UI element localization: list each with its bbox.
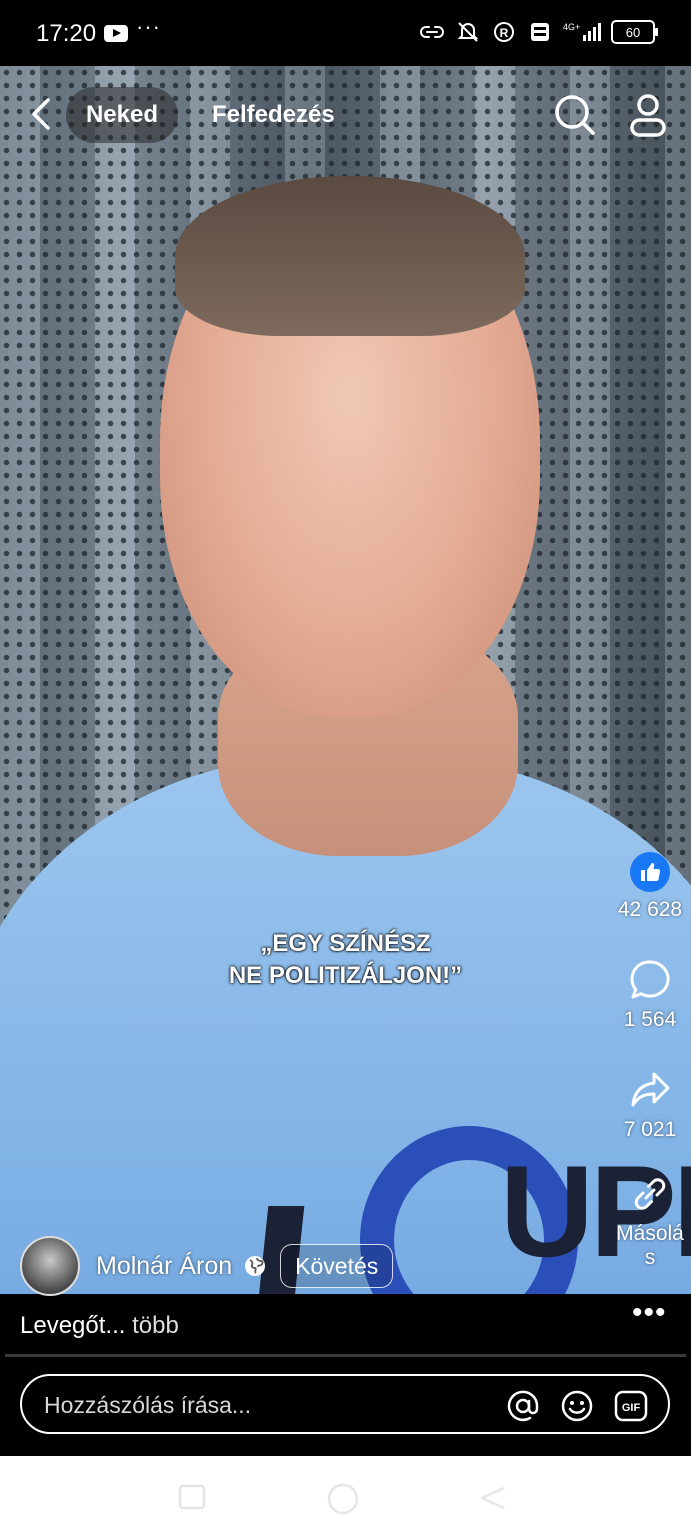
avatar[interactable]: [20, 1236, 80, 1296]
tab-felfedezes[interactable]: Felfedezés: [212, 101, 335, 129]
mention-icon[interactable]: [506, 1389, 540, 1423]
link-icon[interactable]: [628, 1172, 672, 1216]
status-time: 17:20: [36, 20, 97, 47]
youtube-notification-icon: [104, 25, 128, 42]
more-options-icon[interactable]: •••: [632, 1296, 667, 1330]
volte-icon: [527, 21, 553, 43]
mute-bell-icon: [455, 21, 481, 43]
video-player[interactable]: UPE: [0, 66, 691, 1294]
caption-line-2: NE POLITIZÁLJON!”: [228, 962, 463, 989]
share-count: 7 021: [623, 1118, 677, 1141]
like-count: 42 628: [617, 898, 683, 921]
video-description[interactable]: Levegőt... több: [20, 1312, 179, 1340]
comment-action[interactable]: 1 564: [606, 958, 691, 1032]
copy-link-action[interactable]: Másolá s: [606, 1172, 691, 1270]
caption-line-1: „EGY SZÍNÉSZ: [260, 930, 431, 957]
comment-bubble-icon[interactable]: [628, 958, 672, 1002]
globe-icon: [244, 1255, 266, 1277]
registered-icon: R: [491, 21, 517, 43]
svg-text:GIF: GIF: [622, 1402, 641, 1414]
description-text: Levegőt...: [20, 1312, 126, 1339]
system-navigation-bar: [0, 1456, 691, 1536]
svg-text:4G+: 4G+: [563, 22, 580, 32]
tab-neked[interactable]: Neked: [66, 87, 178, 143]
like-icon[interactable]: [630, 852, 670, 892]
copy-label-2: s: [644, 1246, 656, 1269]
link-icon: [419, 21, 445, 43]
person-hair: [175, 176, 525, 336]
comment-count: 1 564: [623, 1008, 677, 1031]
status-right-icons: R 4G+ 60: [419, 20, 658, 44]
profile-icon[interactable]: [626, 92, 670, 138]
like-action[interactable]: 42 628: [606, 852, 691, 922]
search-icon[interactable]: [552, 92, 596, 136]
copy-label-1: Másolá: [616, 1222, 684, 1245]
status-more-dots: ···: [136, 14, 161, 39]
signal-icon: 4G+: [563, 21, 601, 43]
description-more-link[interactable]: több: [132, 1312, 179, 1339]
share-action[interactable]: 7 021: [606, 1068, 691, 1142]
home-icon[interactable]: [326, 1482, 360, 1521]
follow-button[interactable]: Követés: [280, 1244, 394, 1288]
share-arrow-icon[interactable]: [628, 1068, 672, 1112]
author-name[interactable]: Molnár Áron: [96, 1252, 232, 1281]
recents-icon[interactable]: [178, 1484, 206, 1515]
back-arrow-icon[interactable]: [26, 94, 56, 134]
comment-placeholder: Hozzászólás írása...: [44, 1392, 252, 1418]
svg-text:R: R: [500, 26, 509, 40]
gif-icon[interactable]: GIF: [614, 1389, 648, 1423]
status-bar: 17:20 ··· R 4G+ 60: [0, 0, 691, 66]
author-row: Molnár Áron Követés: [20, 1236, 394, 1296]
divider: [5, 1354, 686, 1357]
comment-input[interactable]: Hozzászólás írása... GIF: [20, 1374, 670, 1434]
back-icon[interactable]: [478, 1484, 508, 1517]
top-navigation: Neked Felfedezés: [0, 84, 691, 144]
battery-indicator: 60: [611, 20, 658, 44]
emoji-icon[interactable]: [560, 1389, 594, 1423]
video-caption: „EGY SZÍNÉSZ NE POLITIZÁLJON!”: [0, 928, 691, 992]
